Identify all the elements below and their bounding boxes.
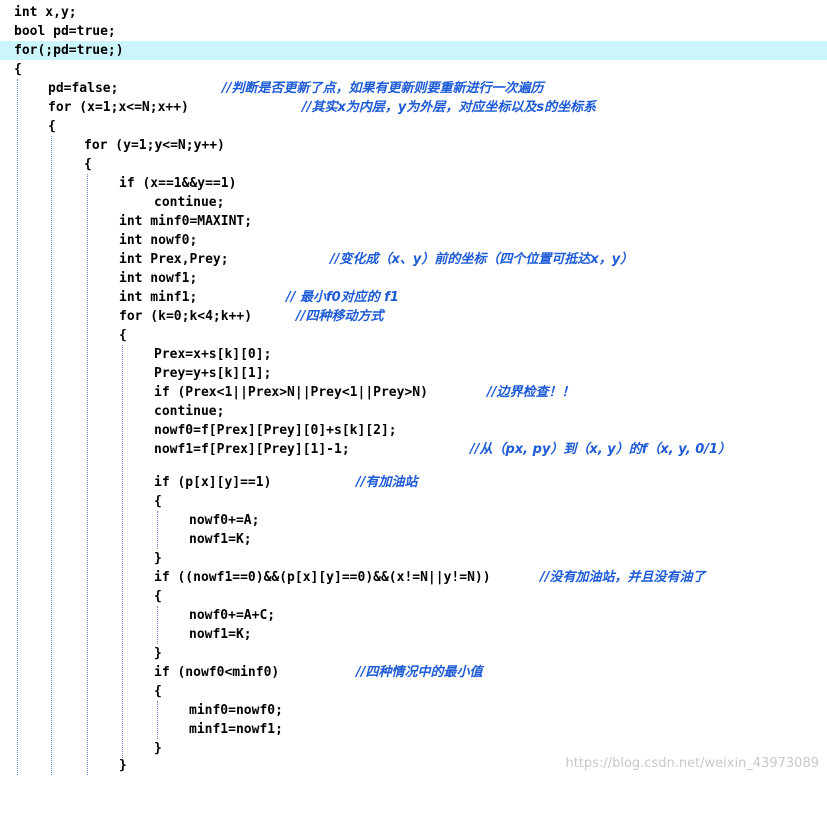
- indent-guide: [157, 606, 158, 644]
- code-line: if (x==1&&y==1): [0, 174, 827, 193]
- code-text: int x,y;: [14, 5, 77, 20]
- code-comment: //从（px, py）到（x, y）的f（x, y, 0/1）: [470, 442, 732, 457]
- indent-guide: [157, 701, 158, 739]
- code-text: Prey=y+s[k][1];: [154, 366, 272, 381]
- code-line: nowf1=f[Prex][Prey][1]-1; //从（px, py）到（x…: [0, 440, 827, 459]
- indent-guide: [157, 511, 158, 549]
- code-text: {: [154, 684, 162, 699]
- code-text: if (p[x][y]==1): [154, 475, 272, 490]
- code-text: Prex=x+s[k][0];: [154, 347, 272, 362]
- code-text: bool pd=true;: [14, 24, 116, 39]
- code-comment: //四种情况中的最小值: [356, 665, 483, 680]
- code-line: int x,y;: [0, 3, 827, 22]
- code-comment: //其实x为内层，y为外层，对应坐标以及s的坐标系: [302, 100, 597, 115]
- code-line: for (k=0;k<4;k++) //四种移动方式: [0, 307, 827, 326]
- code-text: for (y=1;y<=N;y++): [84, 138, 225, 153]
- code-text: }: [119, 758, 127, 773]
- code-line: {: [0, 492, 827, 511]
- code-line: }: [0, 549, 827, 568]
- code-line: {: [0, 117, 827, 136]
- indent-guide: [87, 174, 88, 775]
- code-line: minf1=nowf1;: [0, 720, 827, 739]
- code-text: pd=false;: [48, 81, 119, 96]
- code-comment: //有加油站: [356, 475, 418, 490]
- code-text: if (x==1&&y==1): [119, 176, 237, 191]
- code-line: int nowf0;: [0, 231, 827, 250]
- indent-guide: [17, 79, 18, 775]
- code-line: int Prex,Prey; //变化成（x、y）前的坐标（四个位置可抵达x，y…: [0, 250, 827, 269]
- code-text: nowf0+=A+C;: [189, 608, 276, 623]
- code-text: }: [154, 551, 162, 566]
- code-text: minf1=nowf1;: [189, 722, 283, 737]
- code-text: if ((nowf1==0)&&(p[x][y]==0)&&(x!=N||y!=…: [154, 570, 491, 585]
- code-line: nowf0+=A+C;: [0, 606, 827, 625]
- code-line: continue;: [0, 193, 827, 212]
- code-line: for (y=1;y<=N;y++): [0, 136, 827, 155]
- code-line: nowf0+=A;: [0, 511, 827, 530]
- code-line: if (nowf0<minf0) //四种情况中的最小值: [0, 663, 827, 682]
- code-text: {: [14, 62, 22, 77]
- code-line: pd=false; //判断是否更新了点，如果有更新则要重新进行一次遍历: [0, 79, 827, 98]
- code-text: {: [119, 328, 127, 343]
- code-line: continue;: [0, 402, 827, 421]
- code-line: nowf1=K;: [0, 625, 827, 644]
- code-text: for (x=1;x<=N;x++): [48, 100, 189, 115]
- code-text: continue;: [154, 404, 225, 419]
- code-line: nowf0=f[Prex][Prey][0]+s[k][2];: [0, 421, 827, 440]
- code-line: if (p[x][y]==1) //有加油站: [0, 473, 827, 492]
- code-text: if (Prex<1||Prex>N||Prey<1||Prey>N): [154, 385, 428, 400]
- code-text: if (nowf0<minf0): [154, 665, 280, 680]
- code-comment: //边界检查！！: [487, 385, 575, 400]
- code-line: if ((nowf1==0)&&(p[x][y]==0)&&(x!=N||y!=…: [0, 568, 827, 587]
- code-comment: //没有加油站，并且没有油了: [540, 570, 706, 585]
- code-text: for(;pd=true;): [14, 43, 124, 58]
- code-text: {: [154, 589, 162, 604]
- code-text: nowf1=f[Prex][Prey][1]-1;: [154, 442, 350, 457]
- code-comment: //变化成（x、y）前的坐标（四个位置可抵达x，y）: [330, 252, 634, 267]
- code-text: int nowf0;: [119, 233, 198, 248]
- code-text: nowf0=f[Prex][Prey][0]+s[k][2];: [154, 423, 397, 438]
- code-line-highlighted: for(;pd=true;): [0, 41, 827, 60]
- code-text: nowf1=K;: [189, 627, 252, 642]
- code-line: minf0=nowf0;: [0, 701, 827, 720]
- code-editor[interactable]: int x,y; bool pd=true; for(;pd=true;) { …: [0, 0, 827, 775]
- code-text: {: [48, 119, 56, 134]
- code-comment: //四种移动方式: [296, 309, 384, 324]
- code-text: nowf0+=A;: [189, 513, 260, 528]
- code-text: int minf0=MAXINT;: [119, 214, 253, 229]
- code-text: minf0=nowf0;: [189, 703, 283, 718]
- code-line: for (x=1;x<=N;x++) //其实x为内层，y为外层，对应坐标以及s…: [0, 98, 827, 117]
- code-line: {: [0, 682, 827, 701]
- code-line: int nowf1;: [0, 269, 827, 288]
- code-line: Prey=y+s[k][1];: [0, 364, 827, 383]
- code-text: }: [154, 646, 162, 661]
- code-line: Prex=x+s[k][0];: [0, 345, 827, 364]
- code-text: for (k=0;k<4;k++): [119, 309, 253, 324]
- watermark: https://blog.csdn.net/weixin_43973089: [565, 756, 819, 771]
- code-line: {: [0, 155, 827, 174]
- code-text: continue;: [154, 195, 225, 210]
- indent-guide: [51, 136, 52, 775]
- code-line: int minf1; // 最小f0对应的 f1: [0, 288, 827, 307]
- code-line: nowf1=K;: [0, 530, 827, 549]
- code-line: {: [0, 326, 827, 345]
- code-text: int nowf1;: [119, 271, 198, 286]
- code-text: {: [84, 157, 92, 172]
- code-text: int minf1;: [119, 290, 198, 305]
- code-line: {: [0, 587, 827, 606]
- code-line: int minf0=MAXINT;: [0, 212, 827, 231]
- code-line: bool pd=true;: [0, 22, 827, 41]
- code-comment: //判断是否更新了点，如果有更新则要重新进行一次遍历: [222, 81, 544, 96]
- indent-guide: [122, 345, 123, 758]
- code-comment: // 最小f0对应的 f1: [286, 290, 399, 305]
- code-line: if (Prex<1||Prex>N||Prey<1||Prey>N) //边界…: [0, 383, 827, 402]
- code-text: {: [154, 494, 162, 509]
- code-line: {: [0, 60, 827, 79]
- code-text: int Prex,Prey;: [119, 252, 229, 267]
- code-line: }: [0, 644, 827, 663]
- code-text: nowf1=K;: [189, 532, 252, 547]
